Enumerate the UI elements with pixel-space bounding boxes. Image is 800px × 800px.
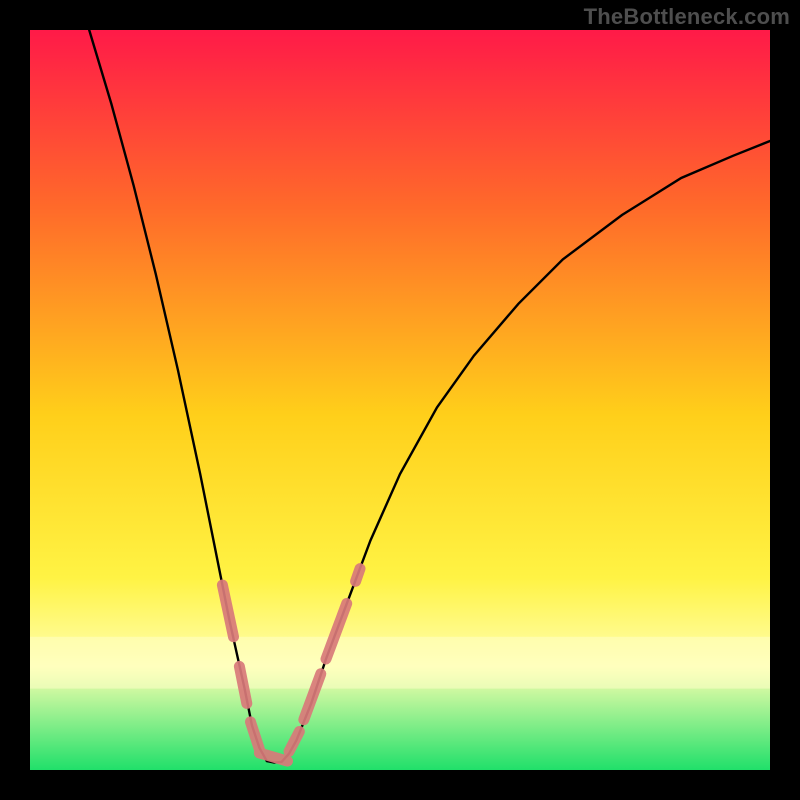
marker-segment <box>356 569 360 582</box>
pale-band <box>30 637 770 689</box>
bottleneck-chart <box>0 0 800 800</box>
marker-segment <box>259 753 287 761</box>
chart-stage: TheBottleneck.com <box>0 0 800 800</box>
watermark-text: TheBottleneck.com <box>584 4 790 30</box>
marker-segment <box>239 666 246 703</box>
